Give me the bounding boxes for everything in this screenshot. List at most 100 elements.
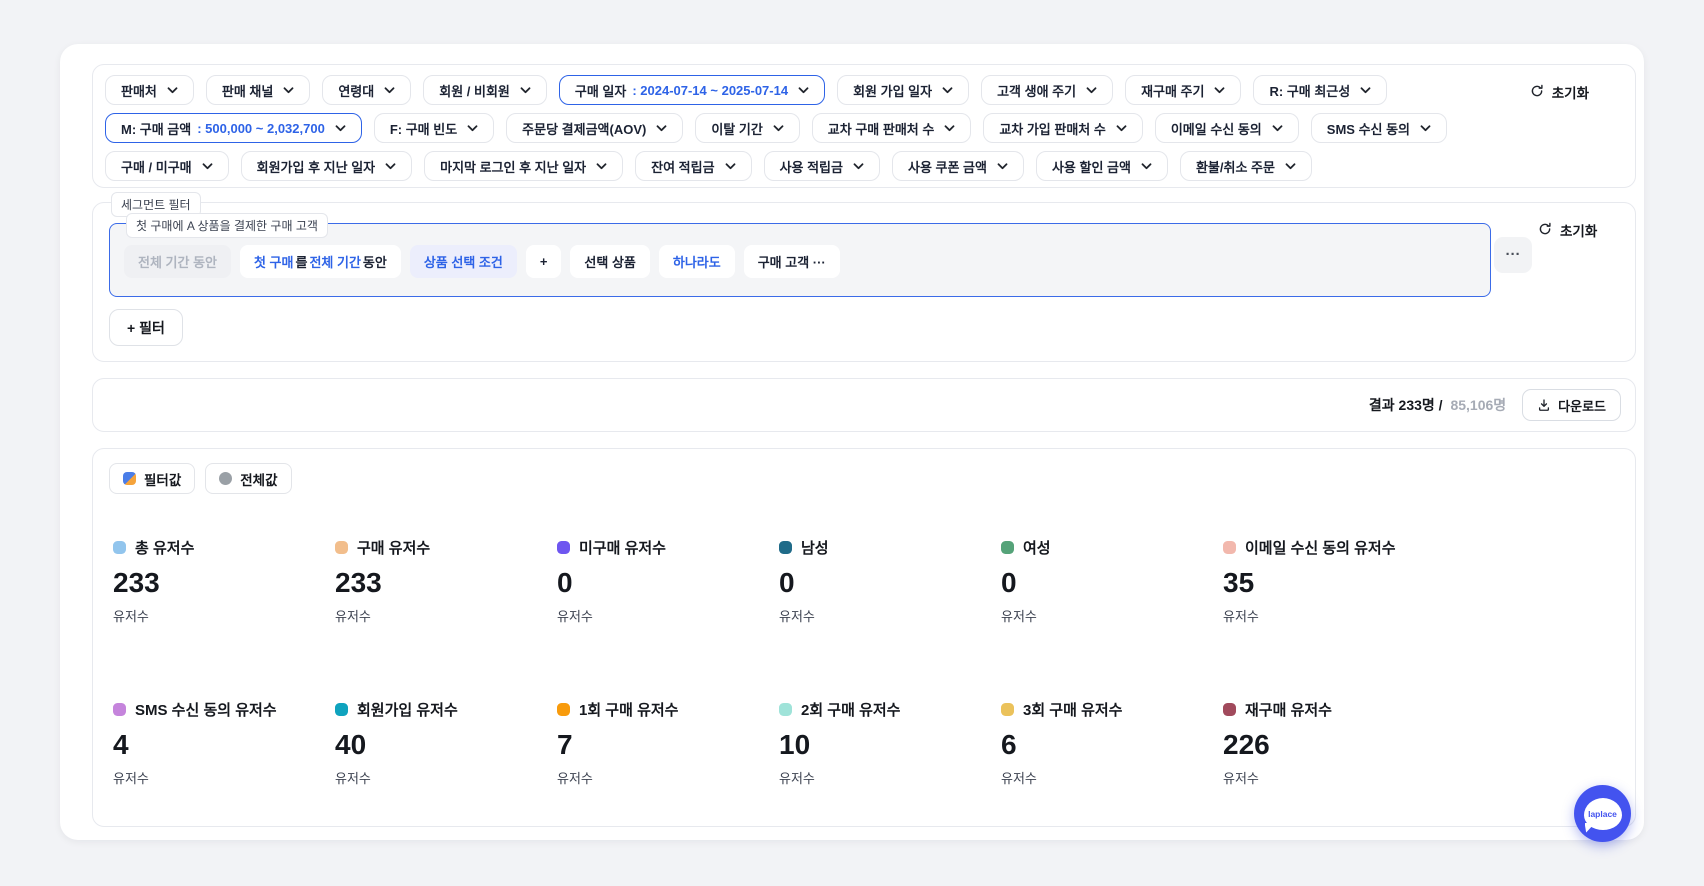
metric-card: 이메일 수신 동의 유저수 35 유저수 — [1223, 537, 1445, 625]
filter-dropdown-label: 회원 가입 일자 — [853, 83, 933, 99]
filter-dropdown[interactable]: 사용 쿠폰 금액 — [891, 151, 1024, 181]
segment-condition-box[interactable]: 첫 구매에 A 상품을 결제한 구매 고객 전체 기간 동안 첫 구매 를 전체 기… — [109, 213, 1491, 297]
filter-dropdown[interactable]: 회원 / 비회원 — [423, 75, 547, 105]
result-count-total: 85,106명 — [1450, 397, 1507, 413]
filter-dropdown[interactable]: SMS 수신 동의 — [1310, 113, 1448, 143]
download-button[interactable]: 다운로드 — [1522, 389, 1621, 421]
segment-reset-button[interactable]: 초기화 — [1538, 220, 1597, 240]
filter-dropdown[interactable]: 주문당 결제금액(AOV) — [506, 113, 684, 143]
filter-dropdown[interactable]: 구매 / 미구매 — [105, 151, 229, 181]
segment-pill[interactable]: 하나라도 — [658, 245, 735, 278]
segment-pill[interactable]: 상품 선택 조건 — [409, 245, 517, 278]
metric-label-row: 미구매 유저수 — [557, 537, 779, 558]
chevron-down-icon — [1420, 125, 1431, 132]
filter-dropdown[interactable]: 판매 채널 — [205, 75, 311, 105]
metric-card: 1회 구매 유저수 7 유저수 — [557, 699, 779, 787]
filter-dropdown-label: 잔여 적립금 — [651, 159, 715, 175]
metric-label: 남성 — [801, 540, 829, 557]
metric-value: 226 — [1223, 729, 1270, 760]
filter-dropdown[interactable]: 마지막 로그인 후 지난 일자 — [424, 151, 624, 181]
filter-dropdown[interactable]: 교차 가입 판매처 수 — [983, 113, 1143, 143]
metric-unit: 유저수 — [1001, 609, 1037, 624]
metric-unit: 유저수 — [335, 609, 371, 624]
filter-dropdown[interactable]: 재구매 주기 — [1125, 75, 1242, 105]
download-label: 다운로드 — [1558, 398, 1606, 414]
filter-dropdown[interactable]: 회원가입 후 지난 일자 — [240, 151, 413, 181]
filter-dropdown[interactable]: M: 구매 금액: 500,000 ~ 2,032,700 — [105, 113, 362, 143]
filter-row: 구매 / 미구매 회원가입 후 지난 일자 마지막 로그인 후 지난 일자 잔여 적립… — [105, 151, 1623, 181]
filter-dropdown-label: 구매 일자 — [574, 83, 627, 99]
filter-bar: 판매처 판매 채널 연령대 회원 / 비회원 구매 일자 : 2024-07-14 ~ 2… — [92, 64, 1636, 188]
metric-label-row: 회원가입 유저수 — [335, 699, 557, 720]
metric-unit: 유저수 — [1223, 771, 1259, 786]
filter-dropdown[interactable]: 고객 생애 주기 — [981, 75, 1114, 105]
chevron-down-icon — [1214, 87, 1225, 94]
metric-label: 이메일 수신 동의 유저수 — [1245, 540, 1396, 557]
laplace-logo-text: laplace — [1588, 808, 1617, 819]
metric-card: 재구매 유저수 226 유저수 — [1223, 699, 1445, 787]
refresh-icon — [1538, 222, 1552, 239]
filter-dropdown[interactable]: 잔여 적립금 — [635, 151, 752, 181]
filter-dropdown-label: 사용 쿠폰 금액 — [907, 159, 987, 175]
metric-label: 회원가입 유저수 — [357, 702, 458, 719]
segment-pill-text: 하나라도 — [672, 255, 721, 270]
filter-dropdown[interactable]: 회원 가입 일자 — [837, 75, 970, 105]
legend-label: 전체값 — [240, 472, 278, 488]
segment-pill[interactable]: + — [525, 245, 562, 278]
segment-pill-text: 를 — [295, 255, 308, 270]
metric-card: 2회 구매 유저수 10 유저수 — [779, 699, 1001, 787]
filter-dropdown-label: 주문당 결제금액(AOV) — [522, 121, 647, 137]
segment-pill-text: 선택 상품 — [584, 255, 636, 270]
segment-filter-section: 세그먼트 필터 첫 구매에 A 상품을 결제한 구매 고객 전체 기간 동안 첫 … — [92, 192, 1636, 362]
filter-dropdown[interactable]: 교차 구매 판매처 수 — [811, 113, 972, 143]
metric-label-row: 3회 구매 유저수 — [1001, 699, 1223, 720]
filter-dropdown[interactable]: F: 구매 빈도 — [373, 113, 495, 143]
metrics-grid: 총 유저수 233 유저수 구매 유저수 233 유저수 미구매 유저수 0 유저수 남성 0 유저수… — [113, 537, 1445, 787]
chat-widget-button[interactable]: laplace — [1574, 785, 1631, 842]
chevron-down-icon — [596, 163, 607, 170]
legend-toggle-all-values[interactable]: 전체값 — [205, 463, 292, 494]
metric-label-row: 구매 유저수 — [335, 537, 557, 558]
chevron-down-icon — [942, 87, 953, 94]
add-filter-button[interactable]: + 필터 — [109, 309, 183, 346]
metric-label: 1회 구매 유저수 — [579, 702, 679, 719]
segment-pill[interactable]: 첫 구매 를 전체 기간 동안 — [239, 245, 401, 278]
filter-dropdown[interactable]: 연령대 — [322, 75, 412, 105]
filter-dropdown[interactable]: 이탈 기간 — [695, 113, 800, 143]
chevron-down-icon — [202, 163, 213, 170]
metric-value: 233 — [335, 567, 382, 598]
metrics-panel: 필터값 전체값 총 유저수 233 유저수 구매 유저수 233 유저수 미구매 유저수 0 유저… — [92, 448, 1636, 827]
segment-more-button[interactable]: ··· — [1494, 237, 1532, 273]
metric-color-dot — [113, 703, 126, 716]
filter-dropdown-value: : 2024-07-14 ~ 2025-07-14 — [632, 82, 789, 98]
filter-dropdown-label: 교차 구매 판매처 수 — [827, 121, 935, 137]
segment-pill-row: 전체 기간 동안 첫 구매 를 전체 기간 동안 상품 선택 조건 + 선택 상품 하나라도… — [124, 245, 840, 278]
metric-color-dot — [1223, 703, 1236, 716]
metric-unit: 유저수 — [557, 771, 593, 786]
segment-pill-text: 동안 — [362, 255, 387, 270]
filter-dropdown[interactable]: 구매 일자 : 2024-07-14 ~ 2025-07-14 — [558, 75, 826, 105]
metric-label-row: 재구매 유저수 — [1223, 699, 1445, 720]
legend-toggle-filtered-values[interactable]: 필터값 — [109, 463, 196, 494]
segment-reset-label: 초기화 — [1560, 224, 1598, 239]
metric-card: SMS 수신 동의 유저수 4 유저수 — [113, 699, 335, 787]
metric-value: 40 — [335, 729, 367, 760]
filter-dropdown[interactable]: 이메일 수신 동의 — [1154, 113, 1299, 143]
filter-dropdown-label: F: 구매 빈도 — [389, 121, 458, 137]
metric-color-dot — [557, 541, 570, 554]
page: { "colors": { "accent_blue": "#2E63E7", … — [0, 0, 1704, 886]
legend-label: 필터값 — [144, 472, 182, 488]
filter-dropdown[interactable]: 사용 할인 금액 — [1035, 151, 1168, 181]
filter-dropdown[interactable]: R: 구매 최근성 — [1253, 75, 1388, 105]
segment-pill[interactable]: 구매 고객 ··· — [743, 245, 840, 278]
filter-reset-button[interactable]: 초기화 — [1530, 82, 1589, 102]
legend-row: 필터값 전체값 — [109, 463, 292, 494]
filter-dropdown[interactable]: 사용 적립금 — [763, 151, 880, 181]
filter-dropdown[interactable]: 환불/취소 주문 — [1179, 151, 1312, 181]
segment-pill[interactable]: 선택 상품 — [570, 245, 650, 278]
metric-label-row: 여성 — [1001, 537, 1223, 558]
filter-dropdown[interactable]: 판매처 — [105, 75, 194, 105]
metric-color-dot — [1001, 703, 1014, 716]
metric-label: 미구매 유저수 — [579, 540, 666, 557]
segment-pill[interactable]: 전체 기간 동안 — [124, 245, 231, 278]
